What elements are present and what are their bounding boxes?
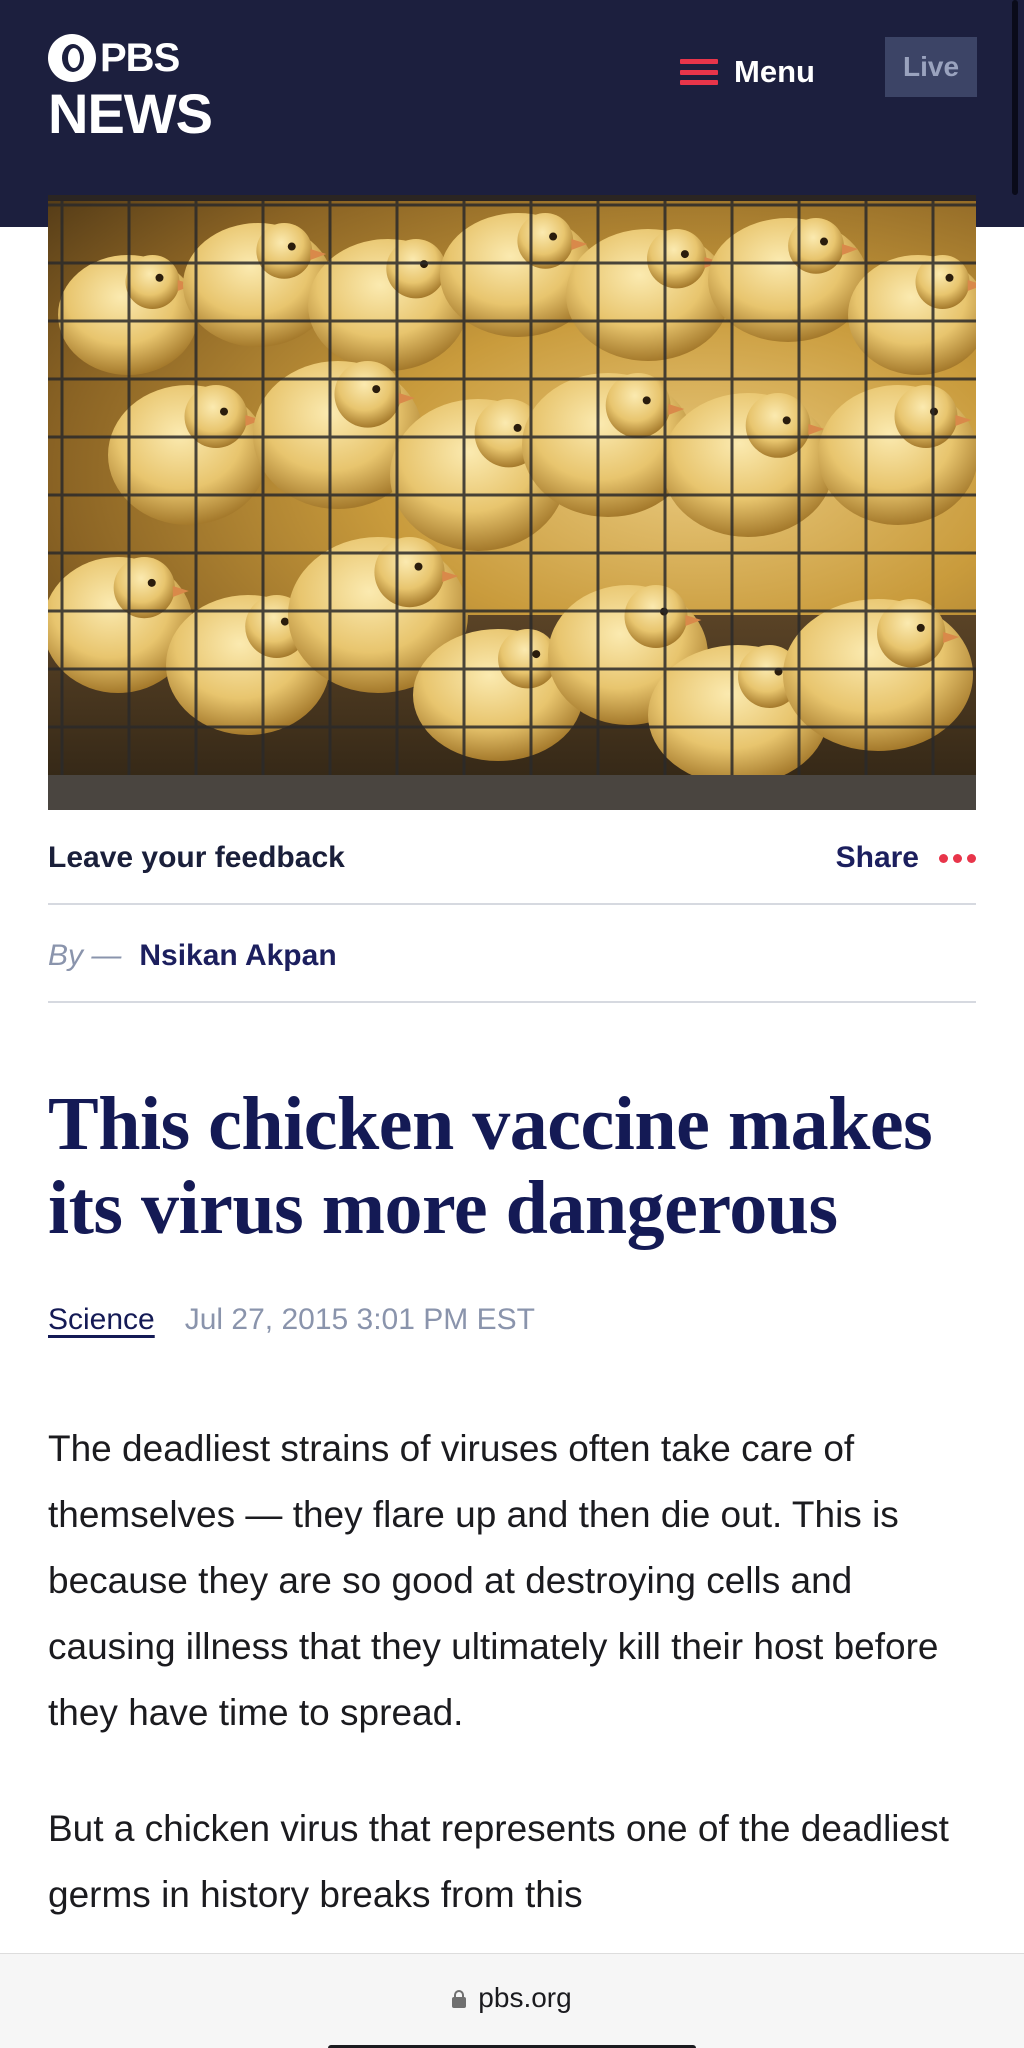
- chick-eye-shape: [220, 407, 228, 416]
- chick-eye-shape: [414, 562, 423, 571]
- chick-head-shape: [605, 373, 671, 438]
- chick-head-shape: [788, 218, 844, 274]
- author-link[interactable]: Nsikan Akpan: [139, 939, 336, 973]
- chick-eye-shape: [147, 578, 156, 587]
- chick-head-shape: [894, 385, 958, 448]
- article-title: This chicken vaccine makes its virus mor…: [48, 1082, 933, 1250]
- chick-shape: [566, 229, 730, 361]
- by-label: By —: [48, 939, 122, 972]
- chick-eye-shape: [513, 423, 522, 432]
- article-paragraph: The deadliest strains of viruses often t…: [48, 1428, 939, 1733]
- chick-eye-shape: [280, 617, 289, 626]
- logo-pbs-text: PBS: [100, 36, 180, 80]
- byline: By — Nsikan Akpan: [48, 934, 337, 978]
- site-header: PBS NEWS Menu Live: [0, 0, 1024, 227]
- chick-head-shape: [745, 393, 811, 458]
- chick-eye-shape: [532, 650, 541, 659]
- menu-button[interactable]: Menu: [680, 48, 815, 96]
- chick-eye-shape: [680, 250, 689, 259]
- chick-head-shape: [184, 385, 248, 448]
- chick-eye-shape: [155, 273, 164, 282]
- article-paragraph: But a chicken virus that represents one …: [48, 1808, 949, 1915]
- chick-head-shape: [113, 557, 175, 619]
- pbs-head-icon: [48, 34, 96, 82]
- category-link[interactable]: Science: [48, 1303, 155, 1337]
- scrollbar-thumb[interactable]: [1012, 0, 1018, 195]
- chick-head-shape: [517, 213, 574, 269]
- chick-eye-shape: [287, 242, 296, 251]
- logo-top-row: PBS: [48, 34, 212, 82]
- chick-head-shape: [256, 223, 313, 279]
- live-button[interactable]: Live: [885, 37, 977, 97]
- pbs-news-logo[interactable]: PBS NEWS: [48, 34, 213, 145]
- chick-eye-shape: [372, 385, 381, 394]
- chick-eye-shape: [820, 237, 828, 246]
- feedback-share-row: Leave your feedback Share: [48, 836, 976, 880]
- chick-head-shape: [624, 585, 688, 648]
- chick-head-shape: [877, 599, 946, 668]
- article-meta: Science Jul 27, 2015 3:01 PM EST: [48, 1298, 535, 1342]
- chick-head-shape: [647, 229, 707, 289]
- leave-feedback-link[interactable]: Leave your feedback: [48, 841, 345, 875]
- chicks-illustration: [48, 195, 976, 810]
- divider: [48, 903, 976, 905]
- share-label: Share: [835, 841, 919, 874]
- chick-eye-shape: [945, 273, 954, 282]
- menu-label: Menu: [734, 54, 815, 89]
- browser-address-bar[interactable]: pbs.org: [0, 1953, 1024, 2048]
- share-button[interactable]: Share: [836, 841, 976, 875]
- hero-image: [48, 195, 976, 810]
- lock-icon: [452, 1990, 467, 2008]
- chick-head-shape: [374, 537, 445, 608]
- hamburger-icon: [680, 59, 718, 85]
- more-dots-icon: [939, 853, 976, 863]
- url-text: pbs.org: [478, 1982, 572, 2013]
- publish-date: Jul 27, 2015 3:01 PM EST: [184, 1303, 535, 1336]
- chick-head-shape: [334, 361, 402, 428]
- url-display[interactable]: pbs.org: [0, 1982, 1024, 2014]
- chick-eye-shape: [782, 416, 791, 425]
- chick-eye-shape: [916, 623, 925, 632]
- divider: [48, 1001, 976, 1003]
- chick-eye-shape: [642, 396, 651, 405]
- chick-eye-shape: [549, 232, 558, 241]
- chick-head-shape: [386, 239, 446, 299]
- logo-news-text: NEWS: [48, 82, 213, 145]
